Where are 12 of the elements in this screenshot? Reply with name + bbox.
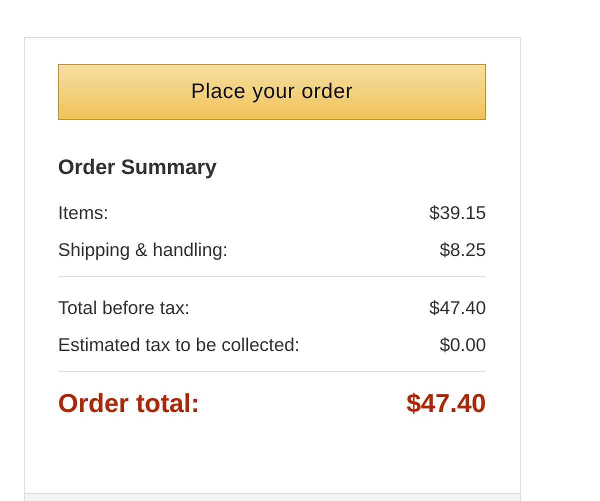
place-order-button[interactable]: Place your order <box>58 64 486 120</box>
line-amount: $39.15 <box>429 200 486 224</box>
total-amount: $47.40 <box>406 386 486 420</box>
line-amount: $47.40 <box>429 296 486 320</box>
line-label: Estimated tax to be collected: <box>58 332 300 356</box>
line-amount: $8.25 <box>440 238 486 262</box>
line-amount: $0.00 <box>440 332 486 356</box>
line-label: Shipping & handling: <box>58 238 228 262</box>
line-label: Items: <box>58 200 108 224</box>
line-label: Total before tax: <box>58 296 190 320</box>
summary-title: Order Summary <box>58 155 218 181</box>
total-label: Order total: <box>58 386 200 420</box>
